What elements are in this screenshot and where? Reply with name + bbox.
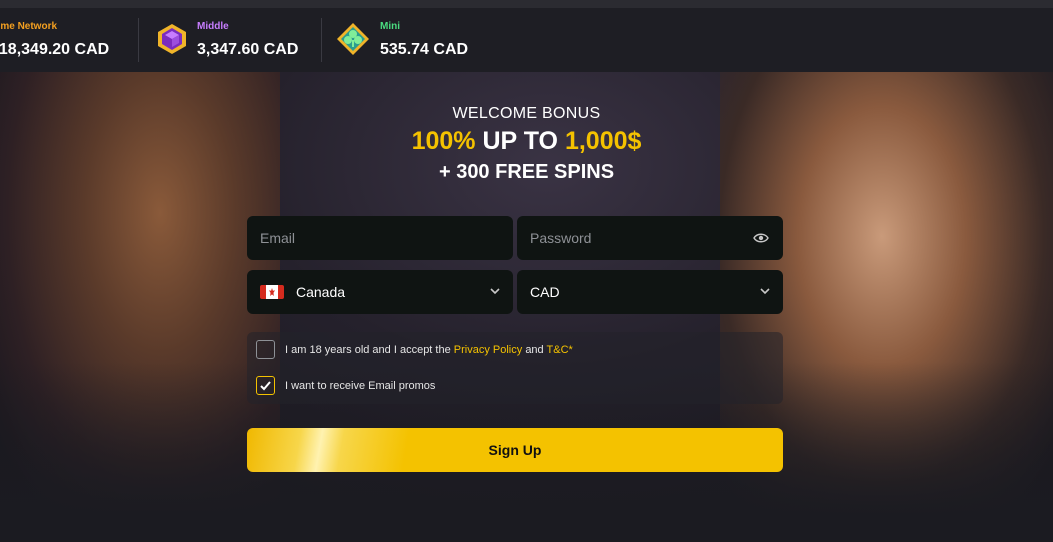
currency-select[interactable]: CAD	[517, 270, 783, 314]
bonus-percent: 100%	[411, 127, 476, 155]
jackpot-middle-amount: 3,347.60 CAD	[197, 41, 299, 58]
green-clover-gem-icon	[337, 23, 369, 55]
purple-gem-icon	[158, 24, 186, 54]
and-text: and	[525, 344, 544, 356]
bonus-up-to: UP TO	[482, 127, 558, 155]
terms-label: I am 18 years old and I accept the Priva…	[285, 344, 573, 356]
chevron-down-icon	[760, 288, 770, 295]
jackpot-prime-amount: $18,349.20 CAD	[0, 41, 110, 58]
signup-hero: WELCOME BONUS 100% UP TO 1,000$ + 300 FR…	[0, 72, 1053, 542]
jackpot-prime: Prime Network $18,349.20 CAD	[0, 8, 135, 72]
canada-flag-icon	[260, 285, 284, 299]
country-select[interactable]: Canada	[247, 270, 513, 314]
bonus-amount: 1,000$	[564, 127, 642, 155]
sign-up-button[interactable]: Sign Up	[247, 428, 783, 472]
chevron-down-icon	[490, 288, 500, 295]
email-field	[247, 216, 513, 260]
jackpot-mini-amount: 535.74 CAD	[380, 41, 469, 58]
email-input[interactable]	[247, 216, 513, 260]
bonus-title: WELCOME BONUS	[452, 105, 601, 122]
terms-link[interactable]: T&C*	[547, 344, 573, 356]
jackpot-mini-label: Mini	[380, 21, 400, 32]
jackpot-middle: Middle 3,347.60 CAD	[150, 8, 320, 72]
jackpot-bar: Prime Network $18,349.20 CAD Middle 3,34…	[0, 8, 1053, 72]
terms-text: I am 18 years old and I accept the	[285, 344, 451, 356]
eye-icon[interactable]	[753, 231, 769, 245]
jackpot-mini: Mini 535.74 CAD	[333, 8, 503, 72]
country-value: Canada	[296, 284, 346, 300]
terms-checkbox[interactable]	[256, 340, 275, 359]
top-strip	[0, 0, 1053, 8]
consent-panel: I am 18 years old and I accept the Priva…	[247, 332, 783, 404]
email-promos-checkbox[interactable]	[256, 376, 275, 395]
divider	[321, 18, 322, 62]
bonus-headline: 100% UP TO 1,000$	[0, 127, 1053, 156]
divider	[138, 18, 139, 62]
jackpot-middle-label: Middle	[197, 21, 229, 32]
password-field	[517, 216, 783, 260]
jackpot-prime-label: Prime Network	[0, 21, 58, 32]
email-promos-label: I want to receive Email promos	[285, 380, 436, 392]
password-input[interactable]	[517, 216, 783, 260]
bonus-free-spins: + 300 FREE SPINS	[438, 161, 615, 183]
privacy-policy-link[interactable]: Privacy Policy	[454, 344, 522, 356]
currency-value: CAD	[530, 284, 560, 300]
checkmark-icon	[260, 381, 271, 391]
